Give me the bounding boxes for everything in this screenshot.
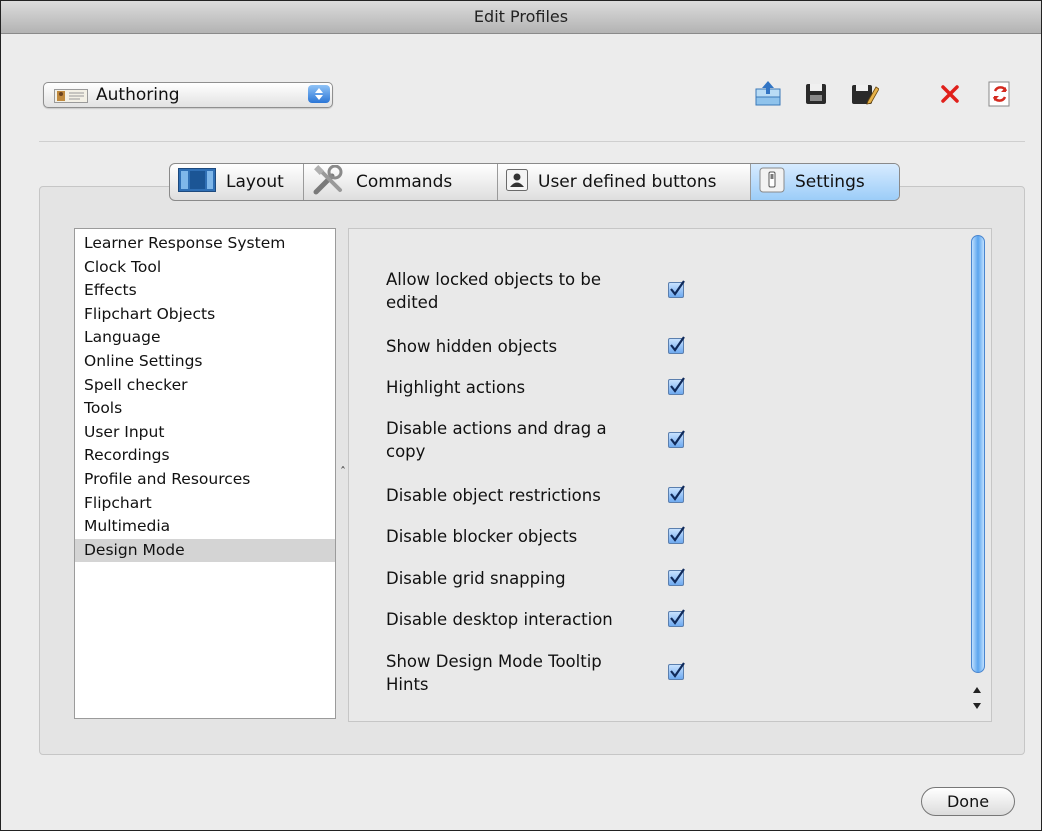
category-item[interactable]: Multimedia (75, 515, 335, 539)
option-label: Show hidden objects (386, 337, 558, 356)
tab-label: User defined buttons (538, 172, 717, 192)
save-button[interactable] (801, 79, 831, 109)
refresh-button[interactable] (985, 79, 1015, 109)
user-icon (506, 168, 528, 196)
category-item[interactable]: Tools (75, 397, 335, 421)
checkmark-icon (670, 377, 685, 393)
category-item[interactable]: Learner Response System (75, 232, 335, 256)
options-scrollbar[interactable] (971, 235, 985, 719)
export-profile-button[interactable] (753, 79, 783, 109)
select-arrows-icon (308, 85, 330, 103)
category-item[interactable]: Profile and Resources (75, 468, 335, 492)
category-item[interactable]: Flipchart Objects (75, 303, 335, 327)
edit-profiles-window: Edit Profiles Authoring Layout Commands … (0, 0, 1042, 831)
option-checkbox[interactable] (668, 609, 685, 627)
scroll-down-arrow-icon[interactable] (973, 701, 981, 711)
option-label: Allow locked objects to be edited (386, 270, 601, 312)
option-label: Disable actions and drag a copy (386, 419, 607, 461)
option-checkbox[interactable] (668, 485, 685, 503)
category-item-selected[interactable]: Design Mode (75, 538, 335, 563)
option-label: Disable grid snapping (386, 569, 566, 588)
profile-card-icon (54, 88, 88, 107)
option-checkbox[interactable] (668, 430, 685, 448)
delete-button[interactable] (935, 79, 965, 109)
option-label: Disable object restrictions (386, 486, 601, 505)
category-item[interactable]: Clock Tool (75, 256, 335, 280)
option-checkbox[interactable] (668, 336, 685, 354)
checkmark-icon (670, 485, 685, 501)
profile-select[interactable]: Authoring (43, 82, 333, 108)
category-item[interactable]: User Input (75, 421, 335, 445)
profile-select-value: Authoring (96, 85, 180, 105)
splitter-handle[interactable]: ˆ (340, 465, 346, 479)
option-checkbox[interactable] (668, 377, 685, 395)
option-checkbox[interactable] (668, 280, 685, 298)
tools-icon (312, 164, 346, 200)
save-icon (806, 84, 826, 104)
checkmark-icon (670, 609, 685, 625)
category-item[interactable]: Language (75, 326, 335, 350)
export-profile-icon (755, 81, 781, 106)
checkmark-icon (670, 662, 685, 678)
save-as-button[interactable] (849, 79, 879, 109)
window-title: Edit Profiles (1, 1, 1041, 34)
checkmark-icon (670, 280, 685, 296)
tab-user-defined-buttons[interactable]: User defined buttons (498, 164, 751, 200)
category-item[interactable]: Spell checker (75, 374, 335, 398)
checkmark-icon (670, 568, 685, 584)
tab-bar: Layout Commands User defined buttons Set… (169, 163, 900, 201)
option-checkbox[interactable] (668, 526, 685, 544)
save-as-icon (852, 85, 879, 105)
category-list: Learner Response System Clock Tool Effec… (74, 228, 336, 719)
category-item[interactable]: Flipchart (75, 492, 335, 516)
checkmark-icon (670, 430, 685, 446)
option-checkbox[interactable] (668, 568, 685, 586)
settings-icon (759, 167, 785, 198)
checkmark-icon (670, 526, 685, 542)
option-label: Highlight actions (386, 378, 526, 397)
category-item[interactable]: Recordings (75, 444, 335, 468)
done-button[interactable]: Done (921, 787, 1015, 816)
scrollbar-thumb[interactable] (971, 235, 985, 673)
tab-label: Settings (795, 172, 865, 192)
option-label: Show Design Mode Tooltip Hints (386, 652, 602, 694)
option-checkbox[interactable] (668, 662, 685, 680)
tab-settings[interactable]: Settings (751, 164, 899, 200)
option-label: Disable desktop interaction (386, 610, 613, 629)
tab-label: Commands (356, 172, 453, 192)
option-label: Disable blocker objects (386, 527, 578, 546)
layout-icon (178, 167, 216, 197)
tab-layout[interactable]: Layout (170, 164, 304, 200)
refresh-icon (988, 81, 1010, 107)
tab-label: Layout (226, 172, 284, 192)
checkmark-icon (670, 336, 685, 352)
delete-icon (941, 85, 959, 103)
tab-commands[interactable]: Commands (304, 164, 498, 200)
toolbar-separator (39, 141, 1025, 142)
options-panel: Allow locked objects to be edited Show h… (348, 228, 992, 722)
category-item[interactable]: Effects (75, 279, 335, 303)
scroll-up-arrow-icon[interactable] (973, 685, 981, 695)
category-item[interactable]: Online Settings (75, 350, 335, 374)
